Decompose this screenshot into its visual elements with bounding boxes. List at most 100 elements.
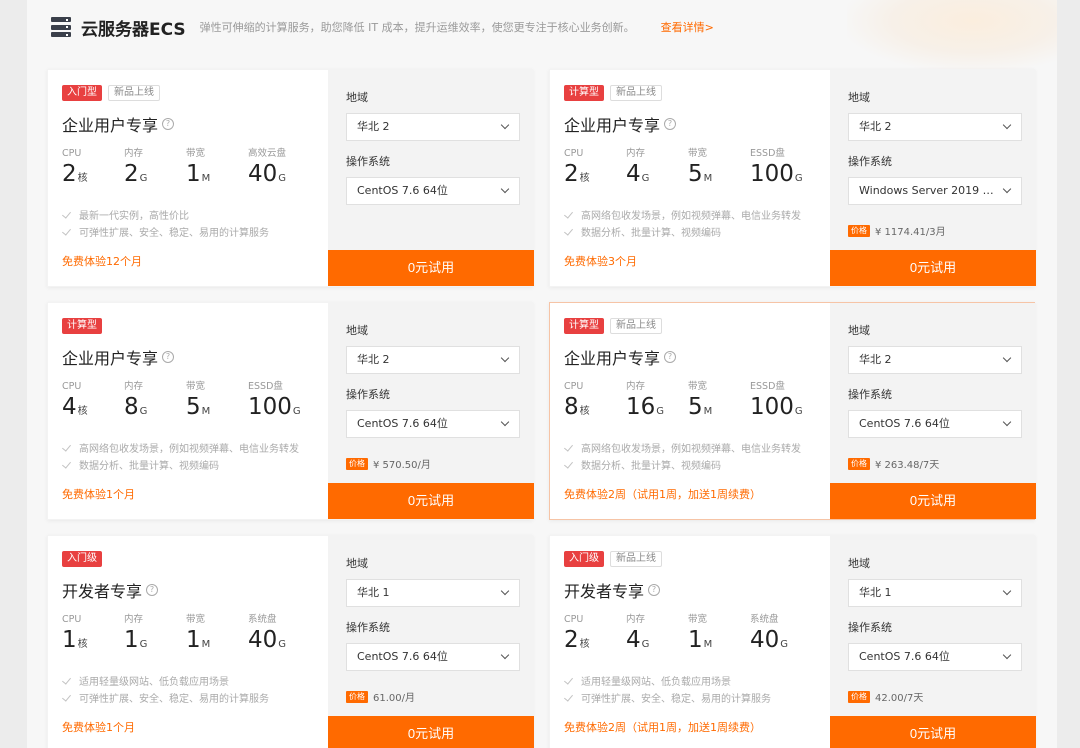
region-select-value: 华北 2 <box>859 120 892 133</box>
check-icon <box>564 210 574 220</box>
spec-label: 系统盘 <box>248 614 277 625</box>
region-select-value: 华北 2 <box>357 353 390 366</box>
spec-unit: M <box>201 173 211 184</box>
feature-text: 高网络包收发场景，例如视频弹幕、电信业务转发 <box>79 444 299 455</box>
region-select[interactable]: 华北 2 <box>848 113 1022 141</box>
os-select[interactable]: CentOS 7.6 64位 <box>346 177 520 205</box>
feature-item: 适用轻量级网站、低负载应用场景 <box>564 672 771 689</box>
region-select[interactable]: 华北 1 <box>848 579 1022 607</box>
spec-unit: M <box>703 173 713 184</box>
feature-item: 高网络包收发场景，例如视频弹幕、电信业务转发 <box>564 206 801 223</box>
chevron-down-icon <box>500 417 510 427</box>
card-title-text: 企业用户专享 <box>564 116 661 135</box>
trial-text: 免费体验1个月 <box>62 721 135 734</box>
free-trial-button[interactable]: 0元试用 <box>328 250 534 286</box>
feature-text: 可弹性扩展、安全、稳定、易用的计算服务 <box>79 228 269 239</box>
spec-label: 带宽 <box>688 148 708 159</box>
chevron-down-icon <box>1002 184 1012 194</box>
free-trial-button[interactable]: 0元试用 <box>328 716 534 748</box>
spec-item: 内存 4 G <box>626 147 688 187</box>
help-icon[interactable]: ? <box>162 351 175 363</box>
spec-item: CPU 2 核 <box>564 147 626 187</box>
check-icon <box>62 676 72 686</box>
feature-text: 适用轻量级网站、低负载应用场景 <box>79 677 229 688</box>
spec-item: 内存 16 G <box>626 380 688 420</box>
feature-list: 适用轻量级网站、低负载应用场景 可弹性扩展、安全、稳定、易用的计算服务 <box>564 672 771 706</box>
os-select[interactable]: CentOS 7.6 64位 <box>346 643 520 671</box>
help-icon[interactable]: ? <box>162 118 175 130</box>
spec-value: 4 <box>62 394 77 420</box>
spec-value: 2 <box>124 161 139 187</box>
section-description: 弹性可伸缩的计算服务，助您降低 IT 成本，提升运维效率，使您更专注于核心业务创… <box>199 21 635 34</box>
spec-item: ESSD盘 100 G <box>750 147 812 187</box>
help-icon[interactable]: ? <box>664 118 677 130</box>
region-select-value: 华北 1 <box>859 586 892 599</box>
spec-value: 4 <box>626 161 641 187</box>
feature-item: 最新一代实例，高性价比 <box>62 206 269 223</box>
spec-label: 系统盘 <box>750 614 779 625</box>
free-trial-button[interactable]: 0元试用 <box>328 483 534 519</box>
chevron-down-icon <box>1002 650 1012 660</box>
check-icon <box>564 443 574 453</box>
help-icon[interactable]: ? <box>664 351 677 363</box>
product-card: 计算型 新品上线 企业用户专享 ? CPU 8 核 内存 16 G 带宽 5 M… <box>549 302 1036 520</box>
product-card: 入门级 开发者专享 ? CPU 1 核 内存 1 G 带宽 1 M 系统盘 40… <box>47 535 534 748</box>
spec-value: 2 <box>564 627 579 653</box>
server-icon <box>51 17 71 37</box>
os-select[interactable]: CentOS 7.6 64位 <box>346 410 520 438</box>
spec-label: CPU <box>62 148 82 159</box>
spec-item: CPU 8 核 <box>564 380 626 420</box>
spec-item: CPU 4 核 <box>62 380 124 420</box>
region-select-value: 华北 2 <box>859 353 892 366</box>
feature-list: 高网络包收发场景，例如视频弹幕、电信业务转发 数据分析、批量计算、视频编码 <box>62 439 299 473</box>
feature-text: 适用轻量级网站、低负载应用场景 <box>581 677 731 688</box>
spec-label: CPU <box>564 614 584 625</box>
spec-unit: G <box>139 639 148 650</box>
spec-label: 内存 <box>626 614 646 625</box>
region-select[interactable]: 华北 2 <box>346 113 520 141</box>
os-select[interactable]: Windows Server 2019 数据中心版 64位中文版 <box>848 177 1022 205</box>
spec-item: CPU 1 核 <box>62 613 124 653</box>
card-spec-panel: 计算型 企业用户专享 ? CPU 4 核 内存 8 G 带宽 5 M ESSD盘… <box>48 303 328 519</box>
os-select[interactable]: CentOS 7.6 64位 <box>848 410 1022 438</box>
spec-label: ESSD盘 <box>248 381 283 392</box>
spec-label: 内存 <box>124 381 144 392</box>
feature-text: 可弹性扩展、安全、稳定、易用的计算服务 <box>79 694 269 705</box>
spec-value: 8 <box>124 394 139 420</box>
help-icon[interactable]: ? <box>146 584 159 596</box>
os-label: 操作系统 <box>848 155 892 168</box>
view-details-link[interactable]: 查看详情> <box>661 19 714 35</box>
region-select-value: 华北 2 <box>357 120 390 133</box>
free-trial-button[interactable]: 0元试用 <box>830 250 1036 286</box>
region-select-value: 华北 1 <box>357 586 390 599</box>
new-tag: 新品上线 <box>610 85 662 101</box>
region-select[interactable]: 华北 1 <box>346 579 520 607</box>
os-select[interactable]: CentOS 7.6 64位 <box>848 643 1022 671</box>
region-select[interactable]: 华北 2 <box>346 346 520 374</box>
card-title-text: 企业用户专享 <box>62 116 159 135</box>
chevron-down-icon <box>500 650 510 660</box>
free-trial-button[interactable]: 0元试用 <box>830 483 1036 519</box>
card-title: 企业用户专享 ? <box>62 345 175 369</box>
card-spec-panel: 入门级 新品上线 开发者专享 ? CPU 2 核 内存 4 G 带宽 1 M 系… <box>550 536 830 748</box>
spec-label: 内存 <box>626 148 646 159</box>
card-config-panel: 地域 华北 2 操作系统 Windows Server 2019 数据中心版 6… <box>830 70 1036 286</box>
check-icon <box>62 227 72 237</box>
card-spec-panel: 计算型 新品上线 企业用户专享 ? CPU 8 核 内存 16 G 带宽 5 M… <box>550 303 830 519</box>
spec-unit: G <box>794 173 803 184</box>
spec-item: 系统盘 40 G <box>248 613 310 653</box>
region-select[interactable]: 华北 2 <box>848 346 1022 374</box>
spec-item: 高效云盘 40 G <box>248 147 310 187</box>
card-config-panel: 地域 华北 1 操作系统 CentOS 7.6 64位 价格 42.00/7天 … <box>830 536 1036 748</box>
spec-item: 内存 1 G <box>124 613 186 653</box>
section-header: 云服务器ECS 弹性可伸缩的计算服务，助您降低 IT 成本，提升运维效率，使您更… <box>51 12 714 42</box>
feature-list: 最新一代实例，高性价比 可弹性扩展、安全、稳定、易用的计算服务 <box>62 206 269 240</box>
check-icon <box>62 443 72 453</box>
type-tag: 入门级 <box>62 551 102 567</box>
free-trial-button[interactable]: 0元试用 <box>830 716 1036 748</box>
help-icon[interactable]: ? <box>648 584 661 596</box>
type-tag: 入门型 <box>62 85 102 101</box>
type-tag: 计算型 <box>62 318 102 334</box>
spec-item: ESSD盘 100 G <box>750 380 812 420</box>
spec-item: CPU 2 核 <box>62 147 124 187</box>
